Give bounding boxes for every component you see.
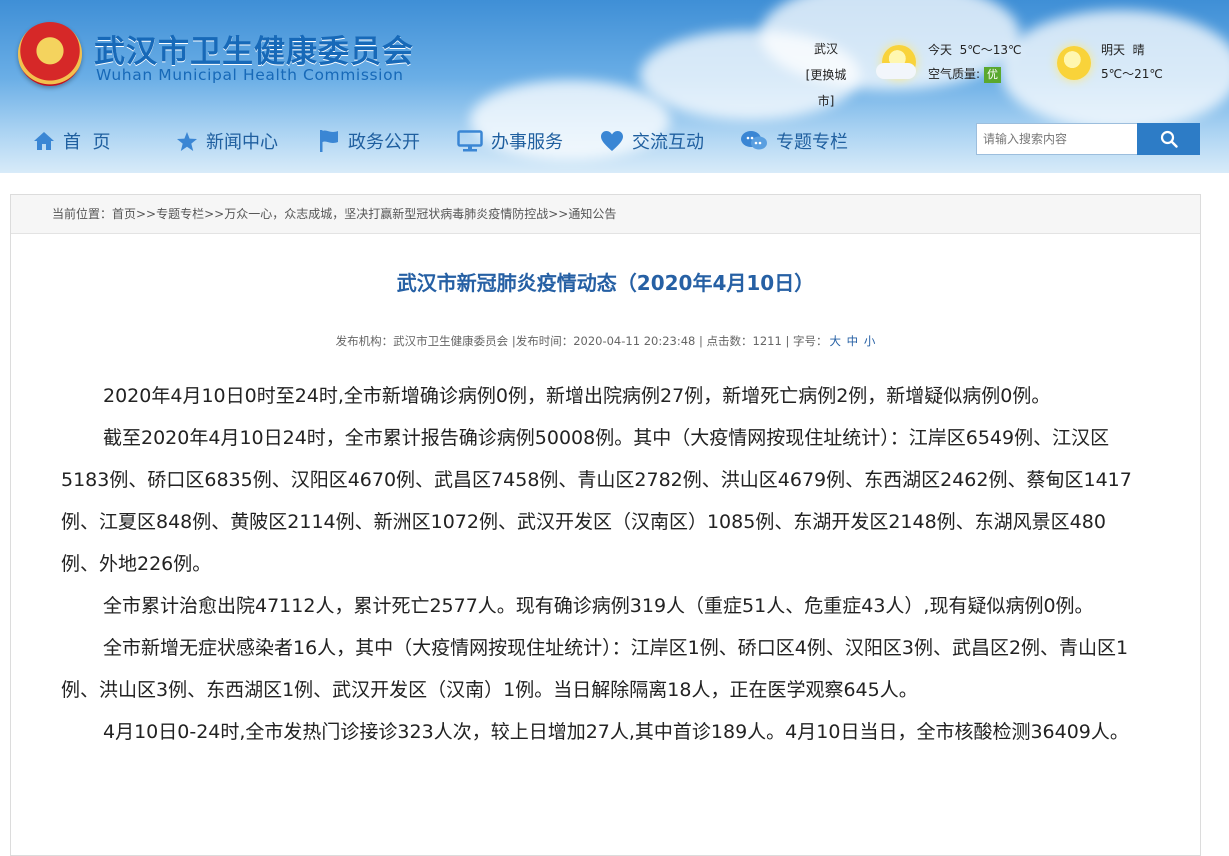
- click-count: 1211: [752, 334, 782, 348]
- publisher-label: 发布机构：: [335, 334, 394, 348]
- publish-time-label: |发布时间：: [511, 334, 574, 348]
- flag-icon: [320, 130, 338, 152]
- today-weather: 今天 5℃～13℃ 空气质量: 优: [928, 38, 1022, 86]
- publish-time: 2020-04-11 20:23:48: [573, 334, 696, 348]
- paragraph: 全市累计治愈出院47112人，累计死亡2577人。现有确诊病例319人（重症51…: [103, 595, 1094, 617]
- change-city-link[interactable]: [更换城市]: [798, 62, 854, 114]
- sun-icon: [1057, 46, 1091, 80]
- paragraph: 4月10日0-24时,全市发热门诊接诊323人次，较上日增加27人,其中首诊18…: [103, 721, 1129, 743]
- font-size-medium[interactable]: 中: [847, 334, 859, 348]
- today-label: 今天: [928, 43, 953, 57]
- heart-icon: [601, 131, 623, 151]
- tomorrow-label: 明天: [1101, 43, 1126, 57]
- tomorrow-temp: 5℃～21℃: [1101, 67, 1163, 81]
- air-quality-label: 空气质量:: [928, 67, 981, 81]
- nav-news[interactable]: 新闻中心: [176, 128, 278, 154]
- nav-news-label: 新闻中心: [206, 132, 278, 153]
- site-title-english: Wuhan Municipal Health Commission: [96, 66, 404, 84]
- nav-home[interactable]: 首 页: [33, 128, 110, 154]
- nav-home-label: 首 页: [63, 132, 111, 153]
- nav-government[interactable]: 政务公开: [318, 128, 420, 154]
- nav-special[interactable]: 专题专栏: [740, 128, 848, 154]
- tomorrow-condition: 晴: [1132, 43, 1145, 57]
- paragraph: 截至2020年4月10日24时，全市累计报告确诊病例50008例。其中（大疫情网…: [61, 427, 1132, 575]
- chat-icon: [741, 131, 767, 150]
- home-icon: [34, 132, 54, 150]
- monitor-icon: [457, 130, 483, 152]
- star-icon: [177, 131, 197, 151]
- today-temp: 5℃～13℃: [959, 43, 1022, 57]
- tomorrow-weather: 明天 晴 5℃～21℃: [1101, 38, 1163, 86]
- city-name: 武汉: [813, 42, 838, 56]
- font-size-large[interactable]: 大: [830, 334, 842, 348]
- search-icon: [1160, 130, 1178, 148]
- article-title: 武汉市新冠肺炎疫情动态（2020年4月10日）: [396, 271, 815, 295]
- article-meta: 发布机构：武汉市卫生健康委员会 |发布时间：2020-04-11 20:23:4…: [11, 333, 1200, 349]
- search-button[interactable]: [1137, 123, 1200, 155]
- publisher: 武汉市卫生健康委员会: [393, 334, 509, 348]
- search-box: [976, 123, 1200, 155]
- nav-services-label: 办事服务: [491, 132, 563, 153]
- breadcrumb[interactable]: 当前位置：首页>>专题专栏>>万众一心，众志成城，坚决打赢新型冠状病毒肺炎疫情防…: [11, 195, 1200, 234]
- main-nav: 首 页 新闻中心 政务公开 办事服务 交流互动 专题专栏: [0, 118, 960, 166]
- weather-city: 武汉 [更换城市]: [798, 36, 854, 114]
- nav-interaction[interactable]: 交流互动: [600, 128, 704, 154]
- font-size-small[interactable]: 小: [864, 334, 876, 348]
- nav-government-label: 政务公开: [348, 132, 420, 153]
- paragraph: 2020年4月10日0时至24时,全市新增确诊病例0例，新增出院病例27例，新增…: [103, 385, 1051, 407]
- nav-interaction-label: 交流互动: [632, 132, 704, 153]
- site-header: 武汉市卫生健康委员会 Wuhan Municipal Health Commis…: [0, 0, 1229, 173]
- paragraph: 全市新增无症状感染者16人，其中（大疫情网按现住址统计）：江岸区1例、硚口区4例…: [61, 637, 1129, 701]
- nav-services[interactable]: 办事服务: [457, 128, 563, 154]
- article-body: 2020年4月10日0时至24时,全市新增确诊病例0例，新增出院病例27例，新增…: [61, 375, 1143, 753]
- article-container: 当前位置：首页>>专题专栏>>万众一心，众志成城，坚决打赢新型冠状病毒肺炎疫情防…: [10, 194, 1201, 856]
- air-quality-badge: 优: [984, 67, 1002, 83]
- site-title[interactable]: 武汉市卫生健康委员会: [94, 26, 414, 71]
- national-emblem-icon[interactable]: [18, 22, 82, 86]
- search-input[interactable]: [976, 123, 1144, 155]
- click-count-label: | 点击数：: [699, 334, 753, 348]
- nav-special-label: 专题专栏: [776, 132, 848, 153]
- sun-cloud-icon: [876, 45, 916, 79]
- font-size-label: | 字号：: [785, 334, 828, 348]
